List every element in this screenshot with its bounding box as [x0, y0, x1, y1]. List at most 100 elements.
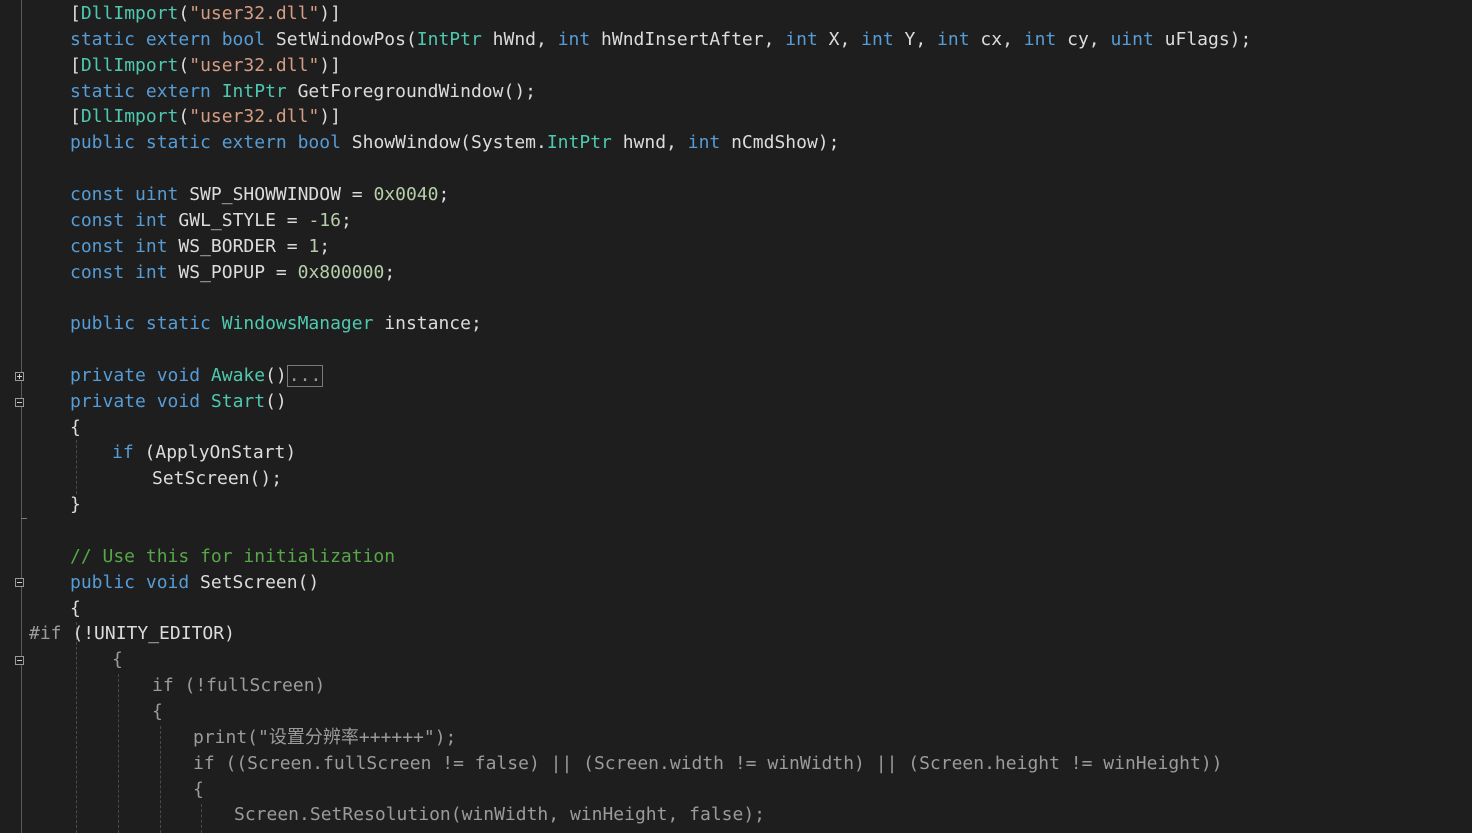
- code-line[interactable]: [DllImport("user32.dll")]: [70, 104, 341, 130]
- code-token: DllImport: [80, 3, 179, 24]
- collapse-region-icon[interactable]: [15, 578, 24, 587]
- code-line[interactable]: {: [70, 415, 81, 441]
- code-token: static: [145, 313, 222, 335]
- indent-guide: [76, 622, 77, 833]
- code-token: (!UNITY_EDITOR): [72, 623, 235, 645]
- code-editor[interactable]: [DllImport("user32.dll")] static extern b…: [0, 0, 1472, 833]
- code-token: 0x0040: [373, 183, 439, 205]
- collapsed-region-button[interactable]: ...: [286, 364, 324, 387]
- code-line[interactable]: #if (!UNITY_EDITOR): [29, 621, 235, 647]
- code-token: ;: [438, 183, 450, 205]
- code-token: public: [70, 132, 146, 154]
- code-line[interactable]: Screen.SetResolution(winWidth, winHeight…: [234, 802, 765, 828]
- code-token: int: [557, 28, 602, 50]
- code-token: )]: [319, 106, 341, 128]
- code-token: [: [70, 3, 81, 24]
- code-line[interactable]: public void SetScreen(): [70, 570, 319, 596]
- code-line[interactable]: static extern IntPtr GetForegroundWindow…: [70, 79, 536, 105]
- code-line[interactable]: [DllImport("user32.dll")]: [70, 1, 341, 27]
- code-line[interactable]: const int GWL_STYLE = -16;: [70, 208, 352, 234]
- code-token: WindowsManager: [221, 313, 385, 335]
- code-token: DllImport: [80, 106, 179, 128]
- code-token: GWL_STYLE =: [178, 209, 309, 231]
- collapse-region-icon[interactable]: [15, 656, 24, 665]
- code-line[interactable]: {: [152, 699, 163, 725]
- code-token: ;: [384, 261, 396, 283]
- code-line[interactable]: static extern bool SetWindowPos(IntPtr h…: [70, 27, 1251, 53]
- code-token: SetScreen(): [200, 571, 320, 593]
- code-token: SetWindowPos: [275, 28, 406, 50]
- code-token: bool: [221, 28, 276, 50]
- code-token: "user32.dll": [189, 54, 320, 76]
- code-token: if: [112, 442, 145, 464]
- code-line[interactable]: private void Start(): [70, 389, 287, 415]
- code-token: [: [70, 54, 81, 76]
- code-line[interactable]: if (!fullScreen): [152, 673, 325, 699]
- code-token: GetForegroundWindow();: [297, 80, 536, 102]
- code-line[interactable]: {: [70, 596, 81, 622]
- code-token: [: [70, 106, 81, 128]
- code-token: DllImport: [80, 54, 179, 76]
- code-token: (: [178, 54, 190, 76]
- code-token: extern: [145, 28, 222, 50]
- code-line[interactable]: const int WS_BORDER = 1;: [70, 234, 330, 260]
- code-token: uFlags);: [1164, 28, 1252, 50]
- code-token: {: [70, 597, 81, 619]
- code-line[interactable]: {: [112, 647, 123, 673]
- code-line[interactable]: public static WindowsManager instance;: [70, 311, 482, 337]
- code-line[interactable]: print("设置分辨率++++++");: [193, 725, 456, 751]
- code-token: int: [1023, 28, 1068, 50]
- code-token: public: [70, 571, 146, 593]
- code-token: SWP_SHOWWINDOW =: [189, 183, 374, 205]
- code-line[interactable]: public static extern bool ShowWindow(Sys…: [70, 130, 839, 156]
- code-line[interactable]: SetScreen();: [152, 466, 282, 492]
- code-token: )]: [319, 54, 341, 76]
- code-token: }: [70, 494, 81, 516]
- code-line[interactable]: const uint SWP_SHOWWINDOW = 0x0040;: [70, 182, 449, 208]
- code-token: int: [937, 28, 981, 50]
- code-line[interactable]: {: [193, 777, 204, 803]
- code-token: // Use this for initialization: [70, 545, 396, 567]
- code-token: IntPtr: [416, 28, 493, 50]
- indent-guide: [118, 674, 119, 833]
- indent-guide: [201, 804, 202, 833]
- code-token: void: [156, 364, 211, 386]
- code-token: Start: [210, 390, 266, 412]
- code-token: if ((Screen.fullScreen != false) || (Scr…: [193, 752, 1223, 774]
- code-token: int: [861, 28, 905, 50]
- code-token: print("设置分辨率++++++");: [193, 726, 457, 748]
- code-token: int: [687, 132, 732, 154]
- code-token: uint: [1110, 28, 1165, 50]
- code-token: nCmdShow);: [731, 132, 840, 154]
- code-token: (: [178, 106, 190, 128]
- code-line[interactable]: [DllImport("user32.dll")]: [70, 53, 341, 79]
- code-token: int: [135, 209, 179, 231]
- code-token: IntPtr: [546, 132, 623, 154]
- code-token: 0x800000: [297, 261, 385, 283]
- code-line[interactable]: }: [70, 492, 81, 518]
- code-line[interactable]: if (ApplyOnStart): [112, 440, 296, 466]
- code-token: void: [145, 571, 201, 593]
- code-token: const: [70, 235, 136, 257]
- code-line[interactable]: if ((Screen.fullScreen != false) || (Scr…: [193, 751, 1223, 777]
- code-token: hWndInsertAfter,: [601, 28, 786, 50]
- code-token: (): [265, 364, 287, 386]
- code-line[interactable]: // Use this for initialization: [70, 544, 395, 570]
- code-token: ;: [319, 235, 331, 257]
- code-token: (ApplyOnStart): [144, 442, 297, 464]
- code-token: Y,: [904, 28, 938, 50]
- code-token: "user32.dll": [189, 106, 320, 128]
- code-token: {: [112, 649, 123, 671]
- code-token: X,: [828, 28, 862, 50]
- code-token: if (!fullScreen): [152, 675, 326, 697]
- expand-region-icon[interactable]: [15, 372, 24, 381]
- code-token: WS_BORDER =: [178, 235, 309, 257]
- code-token: const: [70, 261, 136, 283]
- code-line[interactable]: const int WS_POPUP = 0x800000;: [70, 260, 395, 286]
- code-token: static: [70, 80, 146, 102]
- code-line[interactable]: private void Awake()...: [70, 363, 324, 389]
- code-token: SetScreen();: [152, 468, 283, 490]
- region-end-marker: [21, 518, 27, 519]
- code-token: (System.: [460, 132, 547, 154]
- collapse-region-icon[interactable]: [15, 398, 24, 407]
